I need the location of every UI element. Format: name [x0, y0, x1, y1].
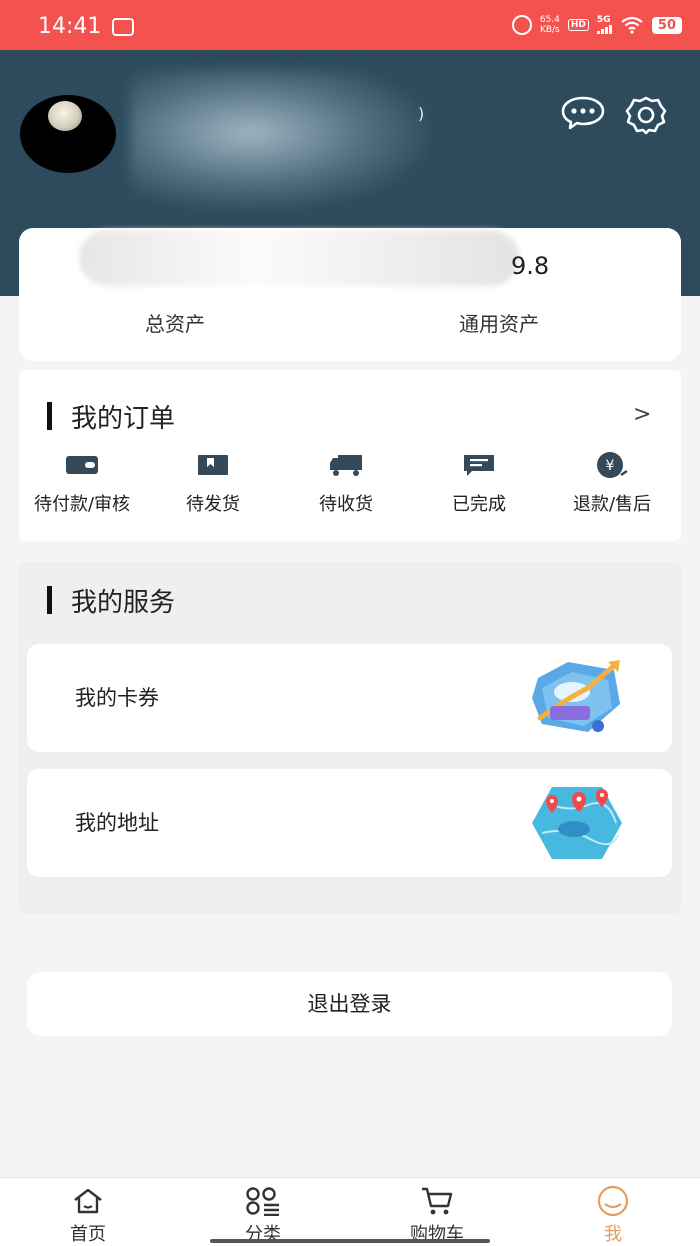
status-bar: 14:41 65.4 KB/s HD 5G 50 [0, 0, 700, 50]
cart-icon [422, 1187, 453, 1215]
category-icon [246, 1187, 279, 1216]
orders-more-chevron[interactable]: > [633, 402, 651, 427]
assets-value: 9.8 [511, 252, 550, 280]
settings-icon [625, 96, 667, 135]
order-label: 待付款/审核 [33, 494, 131, 515]
nav-category[interactable]: 分类 [203, 1186, 323, 1246]
home-icon [74, 1188, 102, 1214]
message-icon [561, 96, 605, 130]
username-suffix: ) [418, 104, 425, 123]
alarm-icon [511, 15, 532, 35]
nav-label: 首页 [70, 1224, 106, 1245]
order-pending-receipt[interactable]: 待收货 [281, 450, 411, 516]
order-label: 已完成 [452, 494, 506, 515]
services-title: 我的服务 [71, 588, 176, 618]
message-button[interactable] [560, 96, 606, 130]
hd-badge: HD [567, 19, 589, 31]
order-label: 待发货 [186, 494, 240, 515]
logout-button[interactable]: 退出登录 [27, 972, 672, 1036]
total-assets-label[interactable]: 总资产 [145, 308, 205, 337]
network-speed-value: 65.4 [539, 15, 560, 25]
assets-card: 9.8 总资产 通用资产 [19, 228, 681, 361]
general-assets-label[interactable]: 通用资产 [459, 308, 539, 337]
bottom-nav: 首页 分类 购物车 我 [0, 1177, 700, 1246]
assets-redacted [79, 230, 519, 286]
nav-label: 我 [604, 1224, 622, 1245]
orders-title: 我的订单 [71, 404, 176, 434]
profile-icon [597, 1186, 629, 1216]
map-pins-illustration [532, 787, 622, 859]
signal-icon: 5G [596, 15, 612, 34]
home-indicator[interactable] [210, 1239, 490, 1243]
orders-card: 我的订单 > 待付款/审核 待发货 待收货 已完成 ¥ 退款/售后 [19, 370, 681, 541]
status-indicators: 65.4 KB/s HD 5G 50 [511, 12, 682, 38]
network-speed: 65.4 KB/s [540, 15, 560, 35]
service-label: 我的地址 [75, 811, 159, 835]
section-marker [47, 586, 52, 614]
avatar[interactable] [20, 95, 116, 173]
message-lines-icon [464, 455, 494, 476]
section-marker [47, 402, 52, 430]
network-speed-unit: KB/s [539, 25, 560, 35]
service-addresses[interactable]: 我的地址 [27, 769, 672, 877]
wallet-icon [66, 456, 98, 474]
status-time: 14:41 [38, 14, 102, 39]
settings-button[interactable] [625, 95, 667, 135]
nav-cart[interactable]: 购物车 [377, 1186, 497, 1246]
service-coupons[interactable]: 我的卡券 [27, 644, 672, 752]
yuan-coin-icon: ¥ [597, 452, 628, 478]
nav-home[interactable]: 首页 [28, 1186, 148, 1246]
order-label: 退款/售后 [572, 494, 652, 515]
wifi-icon [620, 16, 644, 34]
username-redacted [130, 70, 430, 210]
svg-text:¥: ¥ [606, 458, 615, 474]
order-completed[interactable]: 已完成 [414, 450, 544, 516]
battery-indicator: 50 [651, 16, 682, 34]
growth-chart-illustration [532, 660, 620, 732]
app-notification-icon [112, 18, 134, 36]
network-type: 5G [596, 15, 611, 25]
order-label: 待收货 [319, 494, 373, 515]
service-label: 我的卡券 [75, 686, 159, 710]
nav-profile[interactable]: 我 [553, 1186, 673, 1246]
order-pending-shipment[interactable]: 待发货 [148, 450, 278, 516]
order-refund[interactable]: ¥ 退款/售后 [547, 450, 677, 516]
box-icon [198, 455, 228, 475]
truck-icon [330, 455, 362, 476]
order-pending-payment[interactable]: 待付款/审核 [17, 450, 147, 516]
